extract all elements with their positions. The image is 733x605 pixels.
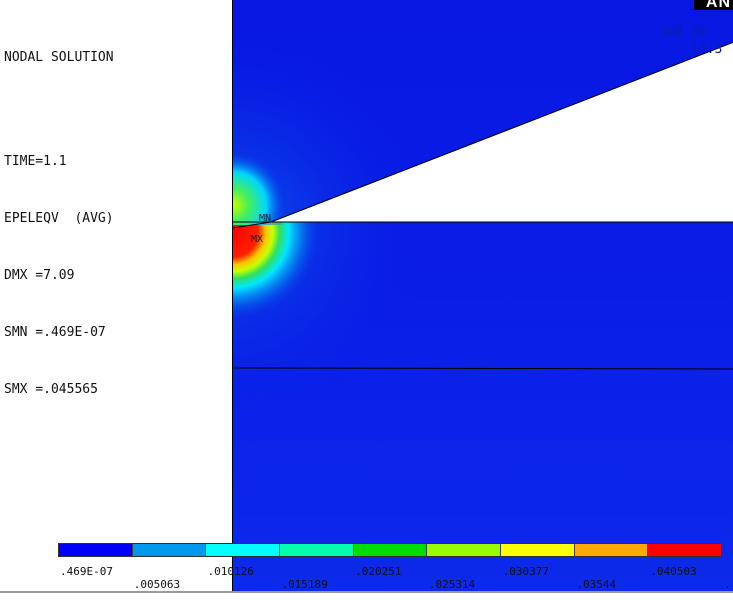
- legend-tick-label: .: [724, 578, 731, 591]
- contour-legend-bar: [58, 543, 722, 557]
- bottom-divider: [0, 591, 733, 593]
- dmx-readout: DMX =7.09: [4, 268, 75, 283]
- legend-swatch: [427, 544, 502, 556]
- info-spacer: [4, 105, 224, 114]
- legend-tick-label: .040503: [650, 565, 697, 578]
- time-readout: TIME=1.1: [4, 154, 67, 169]
- legend-swatch: [132, 544, 207, 556]
- result-item: EPELEQV (AVG): [4, 211, 114, 226]
- legend-tick-label: .005063: [133, 578, 181, 591]
- legend-tick-label: .015189: [281, 578, 328, 591]
- time-stamp: 13:3: [691, 42, 723, 57]
- legend-swatch: [574, 544, 649, 556]
- solution-title: NODAL SOLUTION: [4, 50, 114, 65]
- legend-swatch: [353, 544, 428, 556]
- legend-swatch: [648, 544, 722, 556]
- contour-plot: [233, 0, 733, 591]
- legend-tick-label: .020251: [355, 565, 402, 578]
- solution-info-panel: NODAL SOLUTION TIME=1.1 EPELEQV (AVG) DM…: [4, 10, 224, 418]
- max-marker: MX: [251, 234, 264, 245]
- legend-swatch: [59, 544, 133, 556]
- contour-viewport[interactable]: AN JUN 10 13:3 MN MX: [232, 0, 733, 591]
- smx-readout: SMX =.045565: [4, 382, 98, 397]
- logo-text: AN: [705, 0, 731, 11]
- legend-tick-label: .025314: [428, 578, 476, 591]
- min-marker: MN: [259, 213, 272, 224]
- smn-readout: SMN =.469E-07: [4, 325, 106, 340]
- legend-swatch: [501, 544, 575, 556]
- ansys-logo: AN: [694, 0, 733, 11]
- legend-tick-label: .469E-07: [60, 565, 113, 578]
- legend-tick-label: .030377: [502, 565, 550, 578]
- legend-swatch: [206, 544, 281, 556]
- legend-tick-label: .03544: [576, 578, 617, 591]
- legend-swatch: [280, 544, 354, 556]
- date-stamp: JUN 10: [659, 25, 706, 40]
- legend-tick-label: .010126: [207, 565, 254, 578]
